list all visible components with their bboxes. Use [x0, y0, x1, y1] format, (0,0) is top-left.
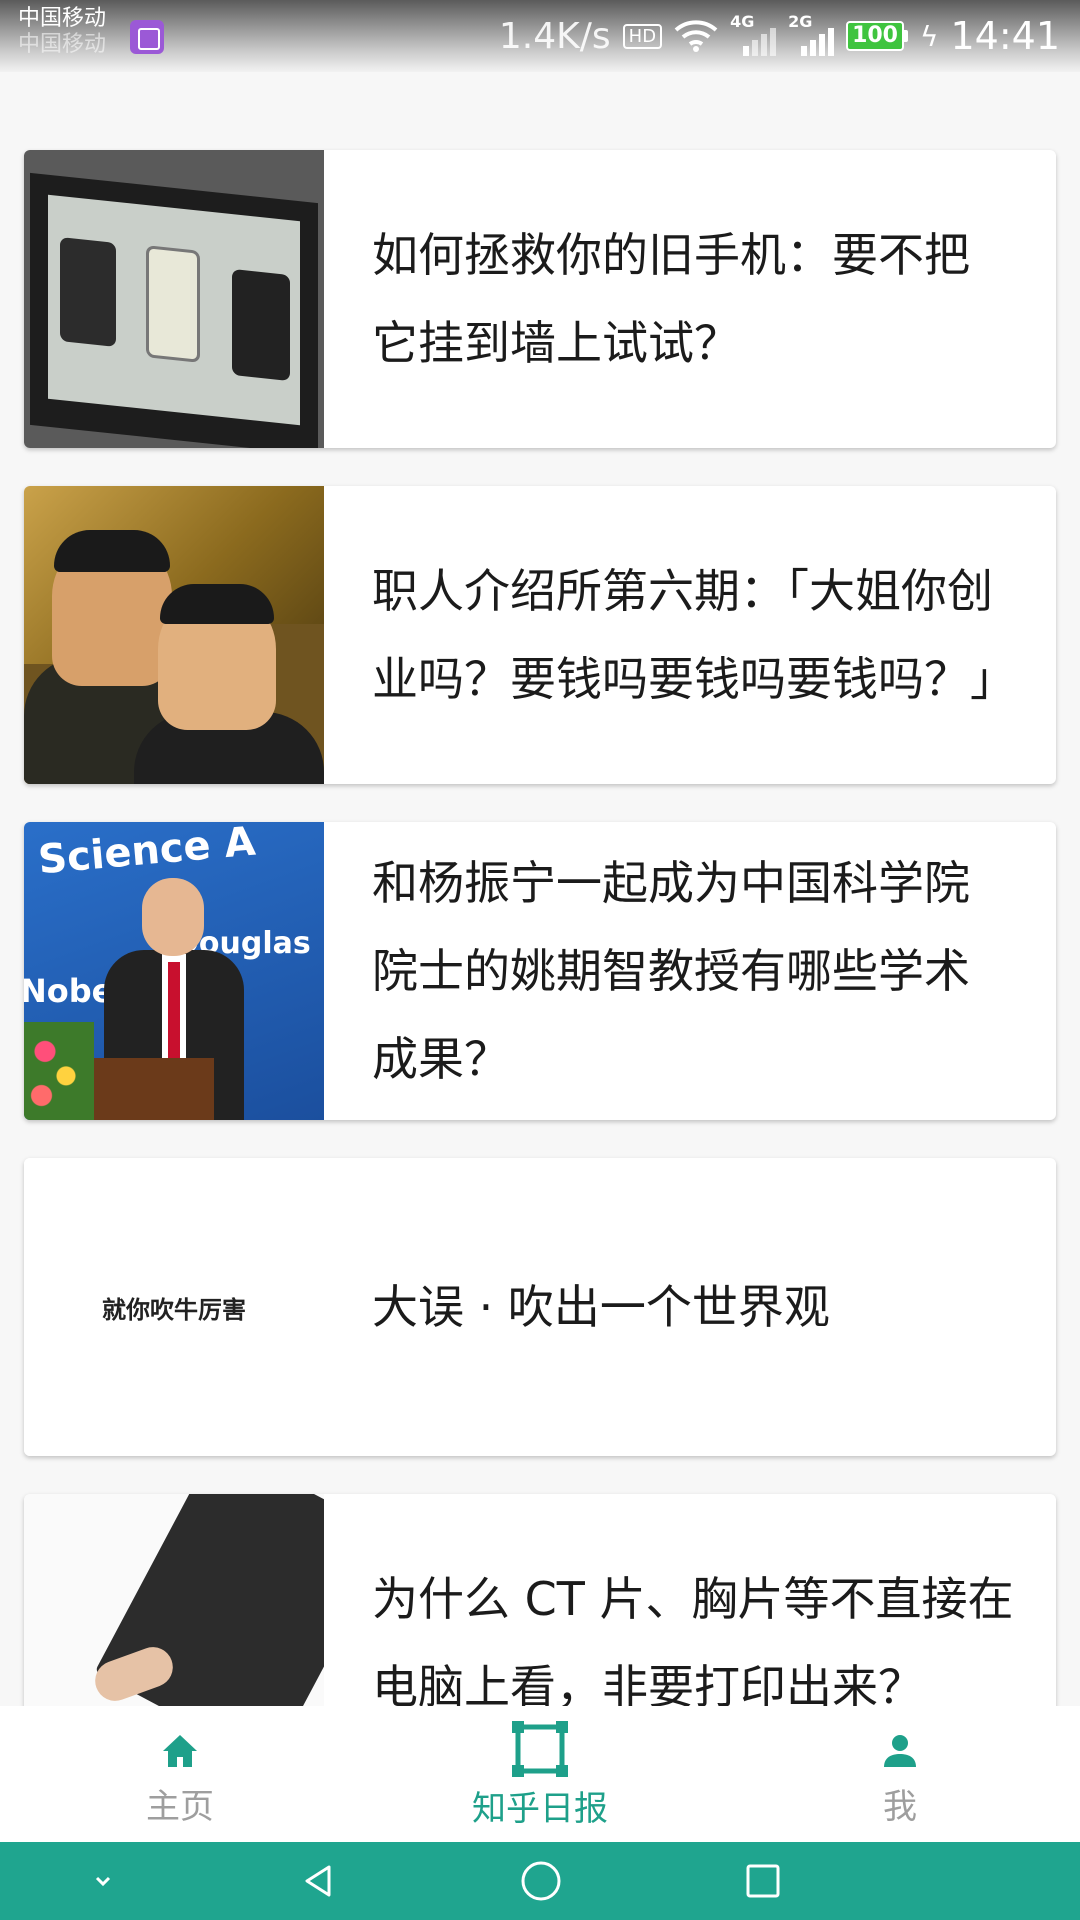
- home-circle-icon: [521, 1861, 561, 1901]
- signal-4g-icon: 4G: [730, 12, 777, 56]
- thumbnail-text: Science A: [36, 822, 258, 884]
- thumbnail-text: 就你吹牛厉害: [102, 1295, 246, 1324]
- story-title-line: 电脑上看，非要打印出来？: [372, 1660, 924, 1706]
- system-navigation-bar: [0, 1842, 1080, 1920]
- person-icon: [875, 1727, 925, 1777]
- story-title-line: 为什么 CT 片、胸片等不直接在: [372, 1572, 1014, 1626]
- recents-square-icon: [746, 1864, 780, 1898]
- back-triangle-icon: [305, 1865, 331, 1897]
- charging-icon: ϟ: [920, 19, 939, 53]
- nav-tab-me[interactable]: 我: [780, 1706, 1020, 1842]
- recents-button[interactable]: [718, 1842, 808, 1920]
- story-title-line: 职人介绍所第六期：「大姐你创: [372, 564, 993, 618]
- carrier-label-1: 中国移动: [18, 6, 107, 31]
- story-thumbnail: Science A Douglas C Nobel: [24, 822, 324, 1120]
- nav-label: 主页: [146, 1786, 214, 1827]
- nav-label: 我: [883, 1786, 917, 1827]
- story-title-line: 业吗？要钱吗要钱吗要钱吗？」: [372, 652, 1016, 706]
- story-thumbnail: [24, 486, 324, 784]
- story-feed[interactable]: 如何拯救你的旧手机：要不把 它挂到墙上试试？ 职人介绍所第六期：「大姐你创 业吗…: [0, 148, 1080, 1706]
- net-speed: 1.4K/s: [498, 15, 611, 57]
- back-button[interactable]: [274, 1842, 364, 1920]
- battery-icon: 100: [846, 21, 908, 51]
- chevron-down-icon: [95, 1876, 111, 1887]
- story-title: 如何拯救你的旧手机：要不把 它挂到墙上试试？: [372, 150, 1036, 448]
- story-title: 为什么 CT 片、胸片等不直接在 电脑上看，非要打印出来？: [372, 1494, 1036, 1706]
- story-card[interactable]: Science A Douglas C Nobel 和杨振宁一起成为中国科学院 …: [24, 822, 1056, 1120]
- hide-nav-button[interactable]: [58, 1842, 148, 1920]
- carrier-info: 中国移动 中国移动: [18, 6, 106, 58]
- story-card[interactable]: 为什么 CT 片、胸片等不直接在 电脑上看，非要打印出来？: [24, 1494, 1056, 1706]
- story-title: 职人介绍所第六期：「大姐你创 业吗？要钱吗要钱吗要钱吗？」: [372, 486, 1036, 784]
- signal-2g-icon: 2G: [788, 12, 835, 56]
- story-title-line: 如何拯救你的旧手机：要不把: [372, 228, 970, 282]
- story-title-line: 成果？: [372, 1032, 510, 1086]
- zhihu-daily-icon: [510, 1719, 570, 1779]
- story-thumbnail: [24, 150, 324, 448]
- story-thumbnail: [24, 1494, 324, 1706]
- story-card[interactable]: 就你吹牛厉害 大误 · 吹出一个世界观: [24, 1158, 1056, 1456]
- app-screen: 中国移动 中国移动 1.4K/s HD 4G 2G 100 ϟ 14:41 如何…: [0, 0, 1080, 1920]
- story-card[interactable]: 如何拯救你的旧手机：要不把 它挂到墙上试试？: [24, 150, 1056, 448]
- story-title: 和杨振宁一起成为中国科学院 院士的姚期智教授有哪些学术 成果？: [372, 822, 1036, 1120]
- story-title-line: 和杨振宁一起成为中国科学院: [372, 856, 970, 910]
- status-bar: 中国移动 中国移动 1.4K/s HD 4G 2G 100 ϟ 14:41: [0, 0, 1080, 72]
- hd-icon: HD: [622, 23, 663, 49]
- wifi-icon: [674, 20, 718, 52]
- battery-level: 100: [846, 21, 904, 51]
- story-title: 大误 · 吹出一个世界观: [372, 1158, 1036, 1456]
- gallery-notification-icon: [130, 20, 164, 54]
- bottom-navigation: 主页 知乎日报 我: [0, 1706, 1080, 1842]
- home-button[interactable]: [496, 1842, 586, 1920]
- nav-label: 知乎日报: [472, 1788, 608, 1829]
- clock: 14:41: [950, 14, 1060, 58]
- nav-tab-zhihu-daily[interactable]: 知乎日报: [420, 1706, 660, 1842]
- story-title-line: 院士的姚期智教授有哪些学术: [372, 944, 970, 998]
- nav-tab-home[interactable]: 主页: [60, 1706, 300, 1842]
- status-indicators: 1.4K/s HD 4G 2G 100 ϟ 14:41: [499, 10, 1060, 62]
- home-icon: [155, 1727, 205, 1777]
- story-title-line: 它挂到墙上试试？: [372, 316, 740, 370]
- story-title-line: 大误 · 吹出一个世界观: [372, 1280, 830, 1334]
- story-card[interactable]: 职人介绍所第六期：「大姐你创 业吗？要钱吗要钱吗要钱吗？」: [24, 486, 1056, 784]
- story-thumbnail: 就你吹牛厉害: [24, 1158, 324, 1456]
- carrier-label-2: 中国移动: [18, 32, 107, 57]
